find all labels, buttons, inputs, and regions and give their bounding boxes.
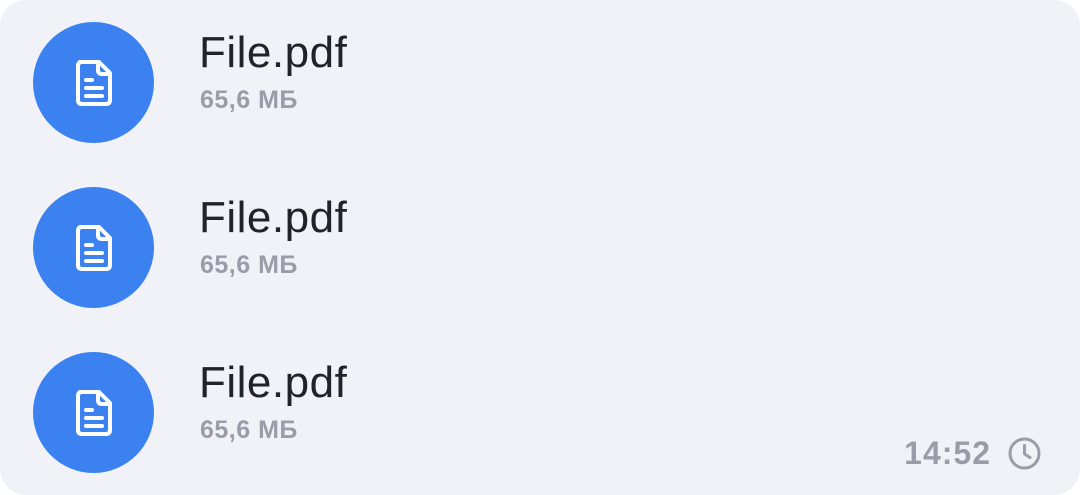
file-icon-button[interactable] <box>33 352 154 473</box>
file-size: 65,6 МБ <box>200 416 298 444</box>
clock-icon <box>1008 437 1041 469</box>
file-size: 65,6 МБ <box>200 86 298 114</box>
file-attachment[interactable]: File.pdf 65,6 МБ <box>33 187 733 308</box>
file-name[interactable]: File.pdf <box>199 28 347 78</box>
message-bubble: File.pdf 65,6 МБ File.pdf 65,6 МБ File.p… <box>0 0 1080 495</box>
document-icon <box>75 224 112 271</box>
file-icon-button[interactable] <box>33 187 154 308</box>
document-icon <box>75 389 112 436</box>
file-name[interactable]: File.pdf <box>199 358 347 408</box>
file-attachment[interactable]: File.pdf 65,6 МБ <box>33 22 733 143</box>
file-name[interactable]: File.pdf <box>199 193 347 243</box>
document-icon <box>75 59 112 106</box>
file-icon-button[interactable] <box>33 22 154 143</box>
message-time: 14:52 <box>904 435 991 471</box>
file-attachment[interactable]: File.pdf 65,6 МБ <box>33 352 733 473</box>
message-meta: 14:52 <box>904 433 1042 473</box>
file-size: 65,6 МБ <box>200 251 298 279</box>
